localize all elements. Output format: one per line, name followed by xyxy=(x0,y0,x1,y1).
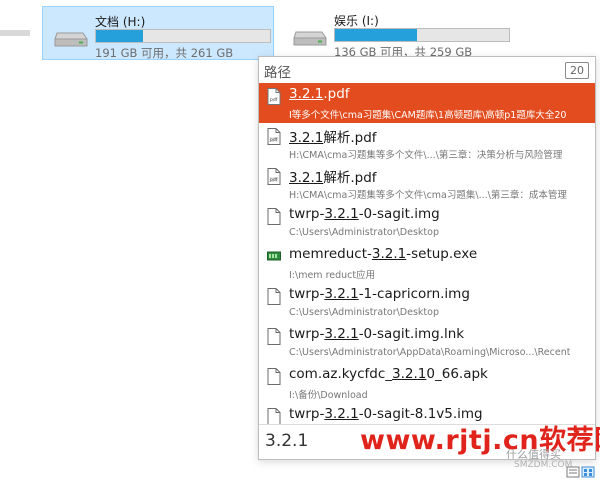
exe-icon xyxy=(267,248,281,265)
file-icon xyxy=(267,208,281,225)
pdf-icon: pdf xyxy=(267,88,281,105)
result-path: I:\备份\Download xyxy=(289,390,368,401)
result-filename: memreduct-3.2.1-setup.exe xyxy=(289,246,478,262)
drive-free-space: 191 GB 可用，共 261 GB xyxy=(95,46,234,60)
hard-drive-icon xyxy=(54,32,88,47)
match-highlight: 3.2.1 xyxy=(324,326,359,342)
match-highlight: 3.2.1 xyxy=(371,246,407,262)
match-highlight: 3.2.1 xyxy=(289,170,324,186)
search-input[interactable]: 3.2.1 xyxy=(265,431,308,451)
match-highlight: 3.2.1 xyxy=(324,206,359,222)
result-filename: twrp-3.2.1-1-capricorn.img xyxy=(289,286,470,302)
svg-text:pdf: pdf xyxy=(270,137,278,143)
svg-text:pdf: pdf xyxy=(270,177,278,183)
drive-usage-fill xyxy=(335,29,417,41)
result-path: C:\Users\Administrator\AppData\Roaming\M… xyxy=(289,347,571,358)
result-path: H:\CMA\cma习题集等多个文件\cma习题集\...\第三章：成本管理 xyxy=(289,190,567,201)
hard-drive-icon xyxy=(293,31,327,46)
drive-name: 娱乐 (I:) xyxy=(334,14,379,28)
match-highlight: 3.2.1 xyxy=(289,86,324,102)
result-item[interactable]: pdf 3.2.1.pdf I等多个文件\cma习题集\CAM题库\1高顿题库\高顿… xyxy=(259,83,595,123)
popup-title: 路径 xyxy=(264,65,291,81)
pdf-icon: pdf xyxy=(267,128,281,145)
drive-strip: 文档 (H:) 191 GB 可用，共 261 GB 娱乐 (I:) 136 G… xyxy=(0,0,600,64)
result-filename: 3.2.1解析.pdf xyxy=(289,170,377,186)
result-item[interactable]: com.az.kycfdc_3.2.10_66.apk I:\备份\Downloa… xyxy=(259,363,595,403)
pdf-icon: pdf xyxy=(267,168,281,185)
result-filename: twrp-3.2.1-0-sagit.img.lnk xyxy=(289,326,465,342)
search-results-popup: 路径 20 pdf 3.2.1.pdf I等多个文件\cma习题集\CAM题库\1高… xyxy=(258,56,596,460)
result-path: C:\Users\Administrator\Desktop xyxy=(289,227,439,238)
result-filename: com.az.kycfdc_3.2.10_66.apk xyxy=(289,366,488,382)
match-highlight: 3.2.1 xyxy=(289,130,324,146)
result-item[interactable]: twrp-3.2.1-0-sagit.img C:\Users\Administr… xyxy=(259,203,595,243)
popup-header: 路径 20 xyxy=(259,57,595,83)
match-highlight: 3.2.1 xyxy=(392,366,427,382)
file-icon xyxy=(267,408,281,425)
drive-tile-i[interactable]: 娱乐 (I:) 136 GB 可用，共 259 GB xyxy=(282,6,522,60)
result-path: I等多个文件\cma习题集\CAM题库\1高顿题库\高顿p1题库大全20 xyxy=(289,110,567,121)
result-filename: 3.2.1.pdf xyxy=(289,86,350,102)
drive-name: 文档 (H:) xyxy=(95,15,146,29)
drive-tile-h[interactable]: 文档 (H:) 191 GB 可用，共 261 GB xyxy=(42,6,274,60)
result-item[interactable]: twrp-3.2.1-1-capricorn.img C:\Users\Admin… xyxy=(259,283,595,323)
drive-usage-bar xyxy=(95,29,271,43)
svg-text:pdf: pdf xyxy=(270,97,278,103)
watermark-text: www.rjtj.cn软荐网 xyxy=(360,425,600,456)
result-filename: 3.2.1解析.pdf xyxy=(289,130,377,146)
result-item[interactable]: pdf 3.2.1解析.pdf H:\CMA\cma习题集等多个文件\...\第三章… xyxy=(259,123,595,163)
result-item[interactable]: twrp-3.2.1-0-sagit.img.lnk C:\Users\Admin… xyxy=(259,323,595,363)
file-icon xyxy=(267,368,281,385)
watermark-sub-domain: SMZDM.COM xyxy=(514,460,573,470)
result-filename: twrp-3.2.1-0-sagit.img xyxy=(289,206,440,222)
drive-usage-bar xyxy=(334,28,510,42)
result-path: I:\mem reduct应用 xyxy=(289,270,376,281)
result-list: pdf 3.2.1.pdf I等多个文件\cma习题集\CAM题库\1高顿题库\高顿… xyxy=(259,83,595,443)
match-highlight: 3.2.1 xyxy=(324,406,359,422)
drive-usage-fill xyxy=(96,30,143,42)
result-item[interactable]: memreduct-3.2.1-setup.exe I:\mem reduct应用 xyxy=(259,243,595,283)
file-icon xyxy=(267,288,281,305)
drive-partial-left xyxy=(0,30,30,36)
view-toggle-icons[interactable] xyxy=(566,466,596,478)
file-icon xyxy=(267,328,281,345)
result-count-badge: 20 xyxy=(565,62,589,79)
result-path: C:\Users\Administrator\Desktop xyxy=(289,307,439,318)
result-path: H:\CMA\cma习题集等多个文件\...\第三章：决策分析与风险管理 xyxy=(289,150,563,161)
result-item[interactable]: pdf 3.2.1解析.pdf H:\CMA\cma习题集等多个文件\cma习题集\… xyxy=(259,163,595,203)
match-highlight: 3.2.1 xyxy=(324,286,359,302)
